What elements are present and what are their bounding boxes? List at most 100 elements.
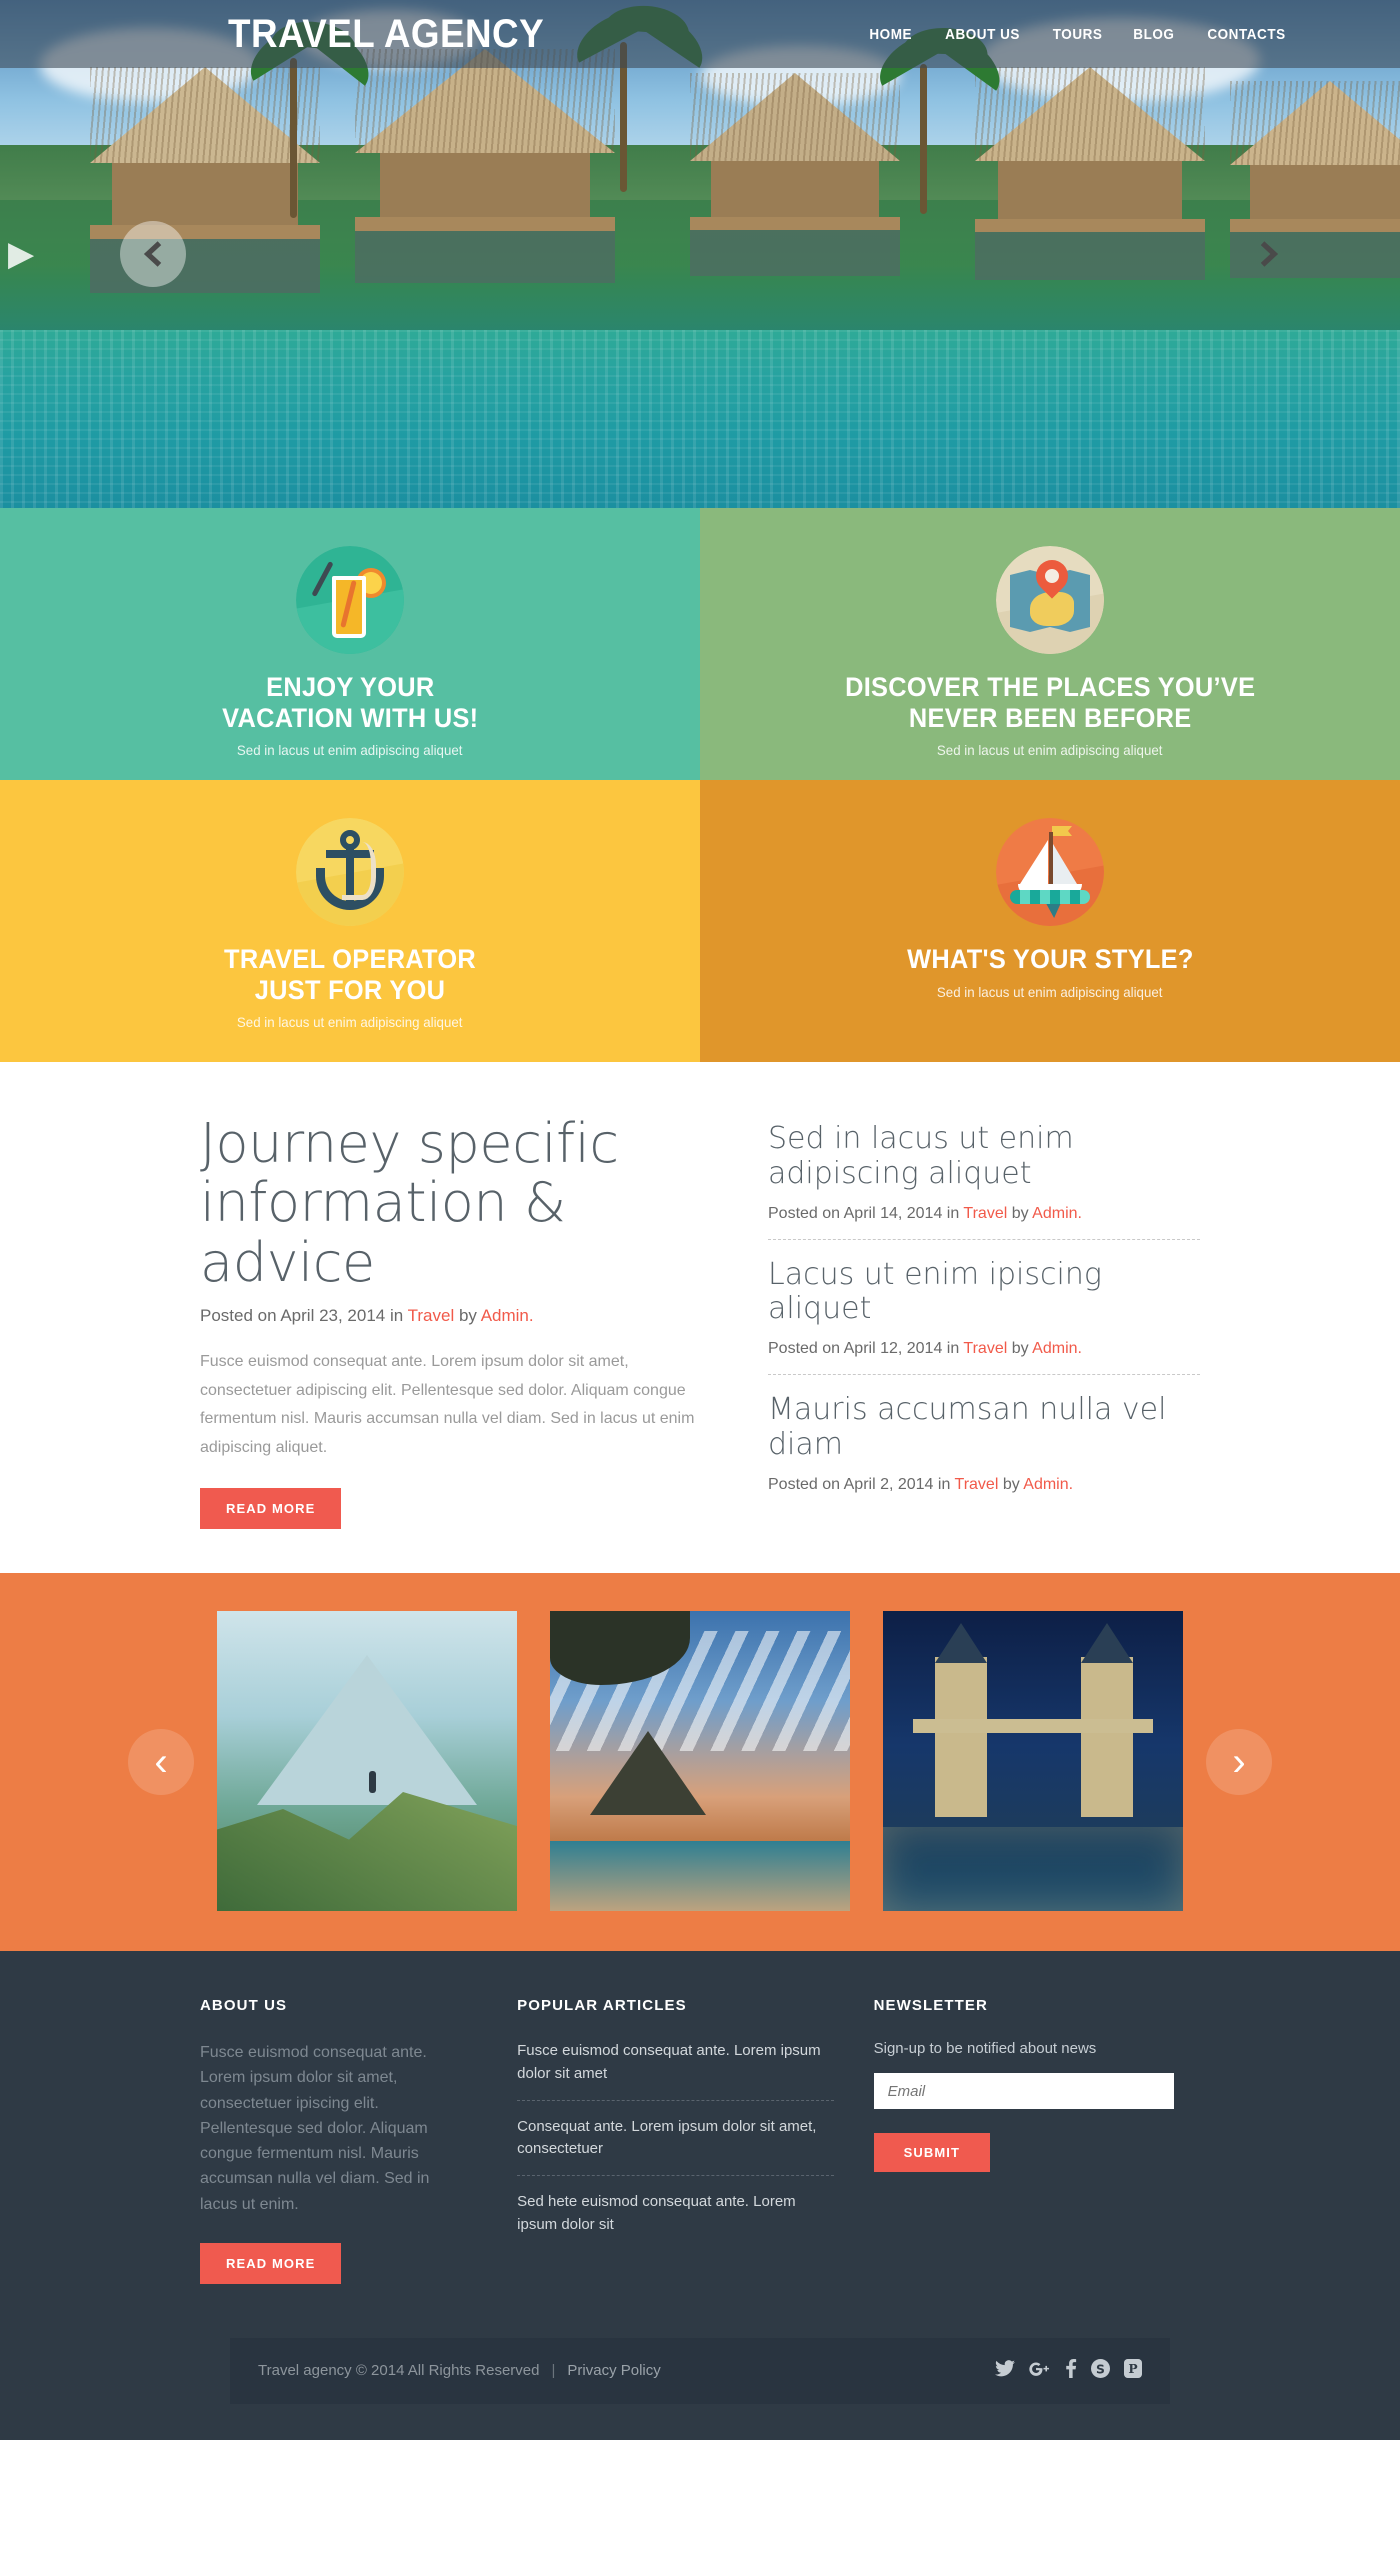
svg-text:P: P [1128, 2362, 1137, 2377]
feature-card-discover-places[interactable]: DISCOVER THE PLACES YOU’VE NEVER BEEN BE… [700, 508, 1400, 780]
post-meta-by: by [454, 1306, 481, 1326]
gallery-carousel: ‹ › [0, 1573, 1400, 1952]
nav-item-about-us[interactable]: ABOUT US [945, 26, 1020, 43]
feature-title-line-1: ENJOY YOUR [265, 672, 435, 702]
feature-grid: ENJOY YOUR VACATION WITH US! Sed in lacu… [0, 508, 1400, 1062]
side-author-link[interactable]: Admin. [1023, 1476, 1073, 1493]
feature-card-your-style[interactable]: WHAT'S YOUR STYLE? Sed in lacus ut enim … [700, 780, 1400, 1062]
chevron-left-icon [143, 241, 162, 267]
list-item[interactable]: Fusce euismod consequat ante. Lorem ipsu… [517, 2040, 833, 2100]
nav-item-tours[interactable]: TOURS [1053, 26, 1103, 43]
gallery-image-beach-resort[interactable] [550, 1611, 850, 1912]
hero-slider: ▶ TRAVEL AGENCY HOME ABOUT US TOURS BLOG… [0, 0, 1400, 508]
gallery-next-button[interactable]: › [1206, 1729, 1272, 1796]
footer-about-column: ABOUT US Fusce euismod consequat ante. L… [200, 1997, 457, 2284]
svg-text:S: S [1096, 2363, 1105, 2377]
chevron-right-icon [1260, 241, 1279, 267]
feature-title: DISCOVER THE PLACES YOU’VE NEVER BEEN BE… [845, 672, 1255, 733]
feature-title-line-1: TRAVEL OPERATOR [224, 944, 476, 974]
skype-icon[interactable]: S [1091, 2359, 1110, 2382]
read-more-button[interactable]: READ MORE [200, 1488, 342, 1530]
feature-title-line-2: VACATION WITH US! [221, 702, 479, 733]
post-meta-prefix: Posted on April 23, 2014 in [200, 1306, 408, 1326]
copyright-bar: Travel agency © 2014 All Rights Reserved… [230, 2337, 1170, 2404]
map-pin-icon [996, 546, 1104, 654]
privacy-policy-link[interactable]: Privacy Policy [567, 2362, 660, 2379]
nav-item-contacts[interactable]: CONTACTS [1207, 26, 1285, 43]
footer-popular-heading: POPULAR ARTICLES [517, 1997, 687, 2015]
side-category-link[interactable]: Travel [955, 1476, 999, 1493]
list-item[interactable]: Lacus ut enim ipiscing aliquet Posted on… [768, 1238, 1200, 1375]
list-item[interactable]: Consequat ante. Lorem ipsum dolor sit am… [517, 2099, 834, 2176]
side-meta-prefix: Posted on April 14, 2014 in [768, 1204, 964, 1222]
side-meta-by: by [1007, 1204, 1033, 1222]
copyright-text: Travel agency © 2014 All Rights Reserved… [258, 2362, 661, 2379]
post-meta: Posted on April 23, 2014 in Travel by Ad… [200, 1306, 710, 1326]
site-footer: ABOUT US Fusce euismod consequat ante. L… [0, 1951, 1400, 2440]
feature-card-travel-operator[interactable]: TRAVEL OPERATOR JUST FOR YOU Sed in lacu… [0, 780, 700, 1062]
gallery-prev-button[interactable]: ‹ [128, 1729, 194, 1796]
pinterest-icon[interactable]: P [1124, 2359, 1142, 2382]
newsletter-submit-button[interactable]: SUBMIT [873, 2133, 991, 2173]
main-navigation: HOME ABOUT US TOURS BLOG CONTACTS [867, 26, 1290, 43]
newsletter-note: Sign-up to be notified about news [873, 2040, 1097, 2058]
post-body: Fusce euismod consequat ante. Lorem ipsu… [200, 1353, 695, 1456]
main-content: Journey specific information & advice Po… [0, 1062, 1400, 1574]
side-meta-by: by [1007, 1340, 1033, 1358]
side-author-link[interactable]: Admin. [1032, 1205, 1082, 1222]
site-logo[interactable]: TRAVEL AGENCY [228, 14, 544, 54]
post-author-link[interactable]: Admin. [481, 1306, 534, 1325]
copyright-label: Travel agency © 2014 All Rights Reserved [258, 2362, 540, 2380]
footer-newsletter-heading: NEWSLETTER [873, 1997, 988, 2015]
side-post-meta: Posted on April 2, 2014 in Travel by Adm… [768, 1476, 1200, 1494]
feature-title: WHAT'S YOUR STYLE? [907, 944, 1194, 975]
footer-about-heading: ABOUT US [200, 1997, 288, 2015]
footer-read-more-button[interactable]: READ MORE [200, 2242, 342, 2284]
feature-subtitle: Sed in lacus ut enim adipiscing aliquet [937, 742, 1163, 758]
list-item[interactable]: Sed in lacus ut enim adipiscing aliquet … [768, 1121, 1200, 1239]
hero-next-button[interactable] [1236, 221, 1302, 287]
recent-posts-list: Sed in lacus ut enim adipiscing aliquet … [768, 1114, 1200, 1529]
footer-newsletter-column: NEWSLETTER Sign-up to be notified about … [873, 1997, 1200, 2284]
site-header: TRAVEL AGENCY HOME ABOUT US TOURS BLOG C… [0, 0, 1400, 68]
feature-title: TRAVEL OPERATOR JUST FOR YOU [224, 944, 476, 1005]
nav-item-home[interactable]: HOME [870, 26, 913, 43]
feature-title-line-1: DISCOVER THE PLACES YOU’VE [844, 672, 1256, 702]
side-meta-prefix: Posted on April 12, 2014 in [768, 1340, 964, 1358]
side-post-meta: Posted on April 12, 2014 in Travel by Ad… [768, 1340, 1200, 1358]
feature-title-line-2: JUST FOR YOU [254, 974, 446, 1005]
gallery-image-tower-bridge[interactable] [883, 1611, 1183, 1912]
lagoon-water [0, 330, 1400, 508]
feature-subtitle: Sed in lacus ut enim adipiscing aliquet [937, 983, 1163, 1000]
feature-title-line-2: NEVER BEEN BEFORE [908, 702, 1192, 733]
list-item[interactable]: Mauris accumsan nulla vel diam Posted on… [768, 1374, 1200, 1510]
side-category-link[interactable]: Travel [963, 1340, 1007, 1357]
feature-card-enjoy-vacation[interactable]: ENJOY YOUR VACATION WITH US! Sed in lacu… [0, 508, 700, 780]
sailboat-icon [996, 818, 1104, 926]
side-post-title: Lacus ut enim ipiscing aliquet [768, 1256, 1102, 1327]
overwater-bungalow [355, 49, 615, 283]
google-plus-icon[interactable] [1029, 2360, 1051, 2382]
twitter-icon[interactable] [995, 2360, 1015, 2381]
feature-title-line-1: WHAT'S YOUR STYLE? [906, 944, 1194, 974]
post-category-link[interactable]: Travel [408, 1306, 455, 1325]
list-item[interactable]: Sed hete euismod consequat ante. Lorem i… [517, 2175, 834, 2251]
side-post-title: Mauris accumsan nulla vel diam [768, 1392, 1167, 1462]
newsletter-email-input[interactable] [873, 2073, 1174, 2110]
hero-prev-button[interactable] [120, 221, 186, 287]
page-prev-edge-arrow[interactable]: ▶ [8, 237, 34, 271]
side-meta-prefix: Posted on April 2, 2014 in [768, 1475, 955, 1493]
social-links: S P [995, 2359, 1142, 2382]
page-title: Journey specific information & advice [200, 1112, 619, 1294]
footer-popular-column: POPULAR ARTICLES Fusce euismod consequat… [517, 1997, 834, 2284]
gallery-image-mountain[interactable] [217, 1611, 517, 1912]
cocktail-icon [296, 546, 404, 654]
side-category-link[interactable]: Travel [963, 1205, 1007, 1222]
facebook-icon[interactable] [1065, 2359, 1077, 2382]
nav-item-blog[interactable]: BLOG [1134, 26, 1175, 43]
overwater-bungalow [690, 73, 900, 276]
feature-subtitle: Sed in lacus ut enim adipiscing aliquet [237, 1014, 463, 1030]
side-author-link[interactable]: Admin. [1032, 1340, 1082, 1357]
featured-post: Journey specific information & advice Po… [200, 1112, 710, 1530]
anchor-icon [296, 818, 404, 926]
